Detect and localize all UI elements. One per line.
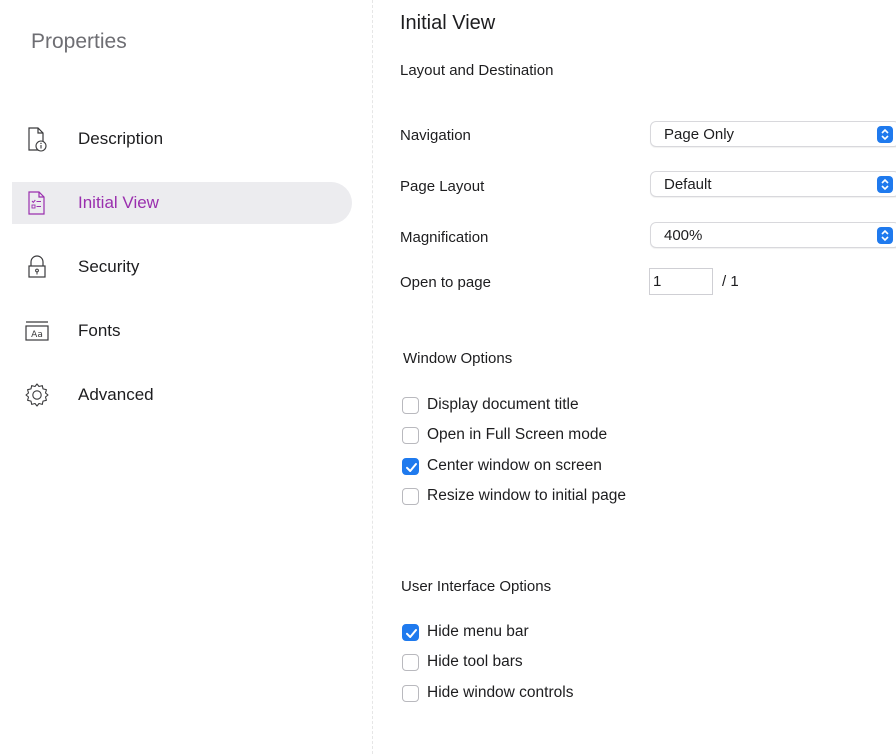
select-value: Default <box>664 176 712 193</box>
section-title-ui-options: User Interface Options <box>401 578 552 595</box>
chevron-up-down-icon <box>877 227 893 244</box>
checkmark-icon <box>406 462 417 472</box>
sidebar-item-fonts[interactable]: Aa Fonts <box>12 310 352 352</box>
sidebar-item-label: Initial View <box>78 193 159 212</box>
section-title-window-options: Window Options <box>403 350 513 367</box>
hide-menu-bar-option[interactable]: Hide menu bar <box>402 622 529 642</box>
open-to-page-label: Open to page <box>400 274 491 291</box>
option-label: Resize window to initial page <box>427 487 627 504</box>
lock-icon <box>24 254 50 280</box>
sidebar-item-description[interactable]: Description <box>12 118 352 160</box>
resize-window-option[interactable]: Resize window to initial page <box>402 486 626 506</box>
sidebar-nav: Description Initial View Security Aa Fon… <box>12 118 352 438</box>
hide-window-controls-option[interactable]: Hide window controls <box>402 683 573 703</box>
center-window-option[interactable]: Center window on screen <box>402 456 602 476</box>
document-list-icon <box>24 190 50 216</box>
checkbox[interactable] <box>402 396 419 414</box>
navigation-label: Navigation <box>400 127 471 144</box>
sidebar-item-label: Description <box>78 129 164 148</box>
section-title-layout: Layout and Destination <box>400 62 554 79</box>
gear-icon <box>24 382 50 408</box>
svg-text:Aa: Aa <box>31 330 43 340</box>
magnification-select[interactable]: 400% <box>650 222 896 248</box>
sidebar-item-label: Advanced <box>78 385 154 404</box>
sidebar-item-label: Security <box>78 257 140 276</box>
option-label: Hide menu bar <box>427 623 529 640</box>
magnification-label: Magnification <box>400 229 489 246</box>
chevron-up-down-icon <box>877 176 893 193</box>
checkbox-checked[interactable] <box>402 457 419 475</box>
page-title: Initial View <box>400 12 496 34</box>
document-info-icon <box>24 126 50 152</box>
option-label: Display document title <box>427 396 579 413</box>
page-total: / 1 <box>722 273 739 290</box>
sidebar-divider <box>372 0 373 754</box>
select-value: Page Only <box>664 126 735 143</box>
checkbox[interactable] <box>402 487 419 505</box>
page-layout-select[interactable]: Default <box>650 171 896 197</box>
checkbox-checked[interactable] <box>402 623 419 641</box>
navigation-select[interactable]: Page Only <box>650 121 896 147</box>
font-icon: Aa <box>24 318 50 344</box>
hide-tool-bars-option[interactable]: Hide tool bars <box>402 652 523 672</box>
open-to-page-input[interactable] <box>649 268 713 295</box>
chevron-up-down-icon <box>877 126 893 143</box>
select-value: 400% <box>664 227 703 244</box>
sidebar-item-label: Fonts <box>78 321 121 340</box>
main-panel: Initial View Layout and Destination Navi… <box>400 0 896 754</box>
open-full-screen-option[interactable]: Open in Full Screen mode <box>402 425 607 445</box>
option-label: Hide tool bars <box>427 653 523 670</box>
checkbox[interactable] <box>402 653 419 671</box>
sidebar-item-initial-view[interactable]: Initial View <box>12 182 352 224</box>
option-label: Center window on screen <box>427 457 602 474</box>
display-document-title-option[interactable]: Display document title <box>402 395 579 415</box>
option-label: Hide window controls <box>427 684 574 701</box>
checkmark-icon <box>406 628 417 638</box>
checkbox[interactable] <box>402 684 419 702</box>
checkbox[interactable] <box>402 426 419 444</box>
option-label: Open in Full Screen mode <box>427 426 608 443</box>
sidebar-title: Properties <box>31 30 127 53</box>
sidebar: Properties Description Initial View Secu… <box>0 0 372 754</box>
sidebar-item-advanced[interactable]: Advanced <box>12 374 352 416</box>
sidebar-item-security[interactable]: Security <box>12 246 352 288</box>
page-layout-label: Page Layout <box>400 178 485 195</box>
